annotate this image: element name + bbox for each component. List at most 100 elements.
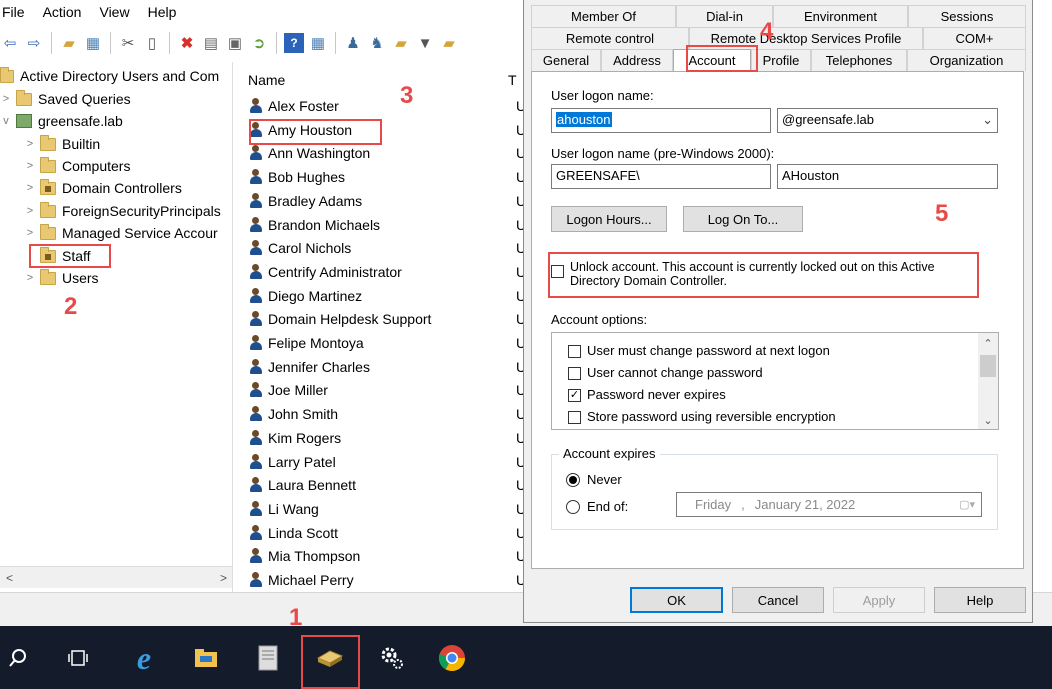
tree-item-builtin[interactable]: > Builtin (24, 133, 100, 155)
properties-icon[interactable]: ▤ (201, 33, 221, 53)
user-row[interactable]: Mia Thompson U (248, 545, 528, 567)
user-row[interactable]: Bob Hughes U (248, 166, 528, 188)
tree-item-managed-service-accounts[interactable]: > Managed Service Accour (24, 222, 218, 244)
menu-action[interactable]: Action (34, 1, 91, 23)
new-ou-icon[interactable]: ▰ (391, 33, 411, 53)
user-row[interactable]: Alex Foster U (248, 95, 528, 117)
option-checkbox-checked[interactable]: ✓ (568, 389, 581, 402)
expand-arrow-icon[interactable]: > (24, 227, 36, 239)
scroll-up-icon[interactable]: ⌃ (978, 337, 998, 350)
options-scrollbar[interactable]: ⌃ ⌄ (978, 333, 998, 429)
calendar-icon[interactable]: ▢▾ (959, 498, 975, 511)
menu-file[interactable]: File (0, 1, 34, 23)
scrollbar-thumb[interactable] (980, 355, 996, 377)
user-row[interactable]: Larry Patel U (248, 451, 528, 473)
column-header-type[interactable]: T (508, 72, 517, 88)
forward-arrow-icon[interactable]: ⇨ (24, 33, 44, 53)
chrome-icon[interactable] (434, 640, 470, 676)
end-of-date-picker[interactable]: Friday , January 21, 2022 ▢▾ (676, 492, 982, 517)
refresh-icon[interactable]: ▣ (225, 33, 245, 53)
pre2000-user-input[interactable]: AHouston (777, 164, 998, 189)
server-manager-icon[interactable] (250, 640, 286, 676)
tab-sessions[interactable]: Sessions (908, 5, 1026, 27)
user-row[interactable]: Brandon Michaels U (248, 214, 528, 236)
tab-address[interactable]: Address (601, 49, 673, 71)
delete-icon[interactable]: ✖ (177, 33, 197, 53)
expand-arrow-icon[interactable]: > (24, 272, 36, 284)
tab-com-plus[interactable]: COM+ (923, 27, 1026, 49)
user-row[interactable]: Centrify Administrator U (248, 261, 528, 283)
end-of-radio[interactable] (566, 500, 580, 514)
user-row[interactable]: Diego Martinez U (248, 285, 528, 307)
domain-suffix-dropdown[interactable]: @greensafe.lab ⌄ (777, 108, 998, 133)
apply-button[interactable]: Apply (833, 587, 925, 613)
show-hide-tree-icon[interactable]: ▦ (83, 33, 103, 53)
tree-item-users[interactable]: > Users (24, 267, 99, 289)
user-row[interactable]: Domain Helpdesk Support U (248, 308, 528, 330)
expand-arrow-icon[interactable]: > (24, 182, 36, 194)
user-row[interactable]: Joe Miller U (248, 379, 528, 401)
user-row[interactable]: Ann Washington U (248, 142, 528, 164)
user-row[interactable]: Kim Rogers U (248, 427, 528, 449)
user-row[interactable]: Linda Scott U (248, 522, 528, 544)
tree-root[interactable]: Active Directory Users and Com (0, 65, 219, 87)
menu-view[interactable]: View (90, 1, 138, 23)
up-folder-icon[interactable]: ▰ (59, 33, 79, 53)
menu-help[interactable]: Help (139, 1, 186, 23)
tab-telephones[interactable]: Telephones (811, 49, 907, 71)
new-group-icon[interactable]: ♞ (367, 33, 387, 53)
user-row[interactable]: Jennifer Charles U (248, 356, 528, 378)
user-row[interactable]: Li Wang U (248, 498, 528, 520)
option-checkbox[interactable] (568, 367, 581, 380)
tab-member-of[interactable]: Member Of (531, 5, 676, 27)
cut-icon[interactable]: ✂ (118, 33, 138, 53)
user-row[interactable]: Carol Nichols U (248, 237, 528, 259)
expand-arrow-icon[interactable]: > (24, 138, 36, 150)
filter-icon[interactable]: ▼ (415, 33, 435, 53)
collapse-arrow-icon[interactable]: v (0, 115, 12, 127)
task-view-icon[interactable] (60, 640, 96, 676)
user-row[interactable]: Bradley Adams U (248, 190, 528, 212)
never-radio[interactable] (566, 473, 580, 487)
file-explorer-icon[interactable] (188, 640, 224, 676)
tab-organization[interactable]: Organization (907, 49, 1026, 71)
user-row[interactable]: John Smith U (248, 403, 528, 425)
scroll-left-icon[interactable]: < (6, 571, 13, 585)
search-icon[interactable] (0, 640, 36, 676)
copy-icon[interactable]: ▯ (142, 33, 162, 53)
logon-name-input[interactable]: ahouston (551, 108, 771, 133)
tab-general[interactable]: General (531, 49, 601, 71)
tab-profile[interactable]: Profile (751, 49, 811, 71)
option-checkbox[interactable] (568, 411, 581, 424)
console-icon[interactable]: ▦ (308, 33, 328, 53)
help-icon[interactable]: ? (284, 33, 304, 53)
scroll-down-icon[interactable]: ⌄ (978, 414, 998, 427)
user-row[interactable]: Laura Bennett U (248, 474, 528, 496)
export-list-icon[interactable]: ➲ (249, 33, 269, 53)
tree-item-saved-queries[interactable]: > Saved Queries (0, 88, 131, 110)
log-on-to-button[interactable]: Log On To... (683, 206, 803, 232)
help-button[interactable]: Help (934, 587, 1026, 613)
expand-arrow-icon[interactable]: > (24, 205, 36, 217)
tree-item-computers[interactable]: > Computers (24, 155, 130, 177)
tree-item-domain[interactable]: v greensafe.lab (0, 110, 123, 132)
tab-remote-control[interactable]: Remote control (531, 27, 689, 49)
expand-arrow-icon[interactable]: > (0, 93, 12, 105)
user-row[interactable]: Michael Perry U (248, 569, 528, 591)
option-checkbox[interactable] (568, 345, 581, 358)
new-user-icon[interactable]: ♟ (343, 33, 363, 53)
expand-arrow-icon[interactable]: > (24, 160, 36, 172)
logon-hours-button[interactable]: Logon Hours... (551, 206, 667, 232)
chevron-down-icon[interactable]: ⌄ (982, 112, 993, 129)
admin-tools-gear-icon[interactable] (374, 640, 410, 676)
tree-item-domain-controllers[interactable]: > Domain Controllers (24, 177, 182, 199)
tab-environment[interactable]: Environment (773, 5, 908, 27)
user-row[interactable]: Felipe Montoya U (248, 332, 528, 354)
scroll-right-icon[interactable]: > (220, 571, 227, 585)
tree-horizontal-scrollbar[interactable]: < > (0, 566, 232, 588)
back-arrow-icon[interactable]: ⇦ (0, 33, 20, 53)
internet-explorer-icon[interactable]: e (126, 640, 162, 676)
add-to-group-icon[interactable]: ▰ (439, 33, 459, 53)
column-header-name[interactable]: Name (238, 72, 508, 88)
tab-dial-in[interactable]: Dial-in (676, 5, 773, 27)
